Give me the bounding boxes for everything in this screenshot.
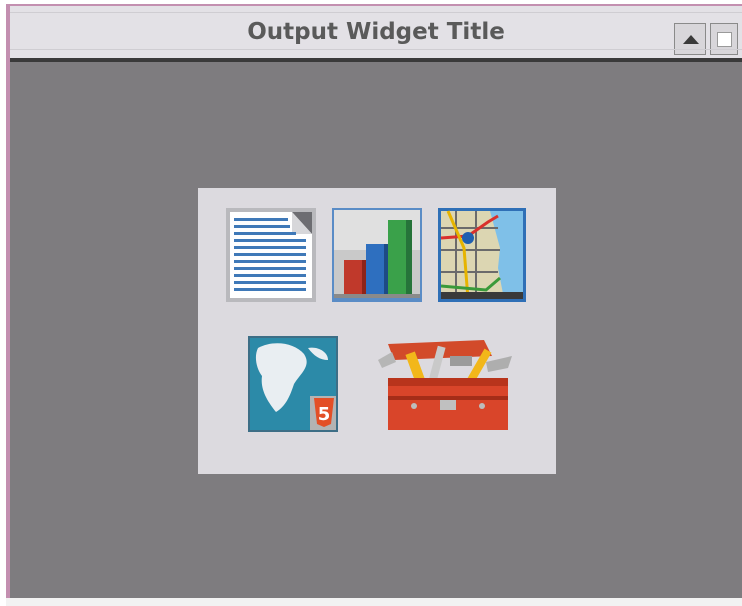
bottom-edge [6, 598, 742, 606]
html5-globe-icon[interactable]: 5 [248, 336, 338, 432]
maximize-button[interactable] [710, 23, 738, 55]
toolbox-icon[interactable] [374, 338, 524, 436]
collapse-triangle-icon [683, 35, 699, 44]
html5-badge-label: 5 [318, 404, 331, 425]
chart-icon[interactable] [332, 208, 422, 302]
map-icon[interactable] [438, 208, 526, 302]
widget-titlebar[interactable]: Output Widget Title [10, 6, 742, 62]
document-icon[interactable] [226, 208, 316, 302]
collapse-button[interactable] [674, 23, 706, 55]
output-widget-window: Output Widget Title 5 [6, 4, 742, 600]
maximize-square-icon [717, 32, 732, 47]
icon-panel: 5 [198, 188, 556, 474]
widget-title: Output Widget Title [247, 19, 505, 45]
